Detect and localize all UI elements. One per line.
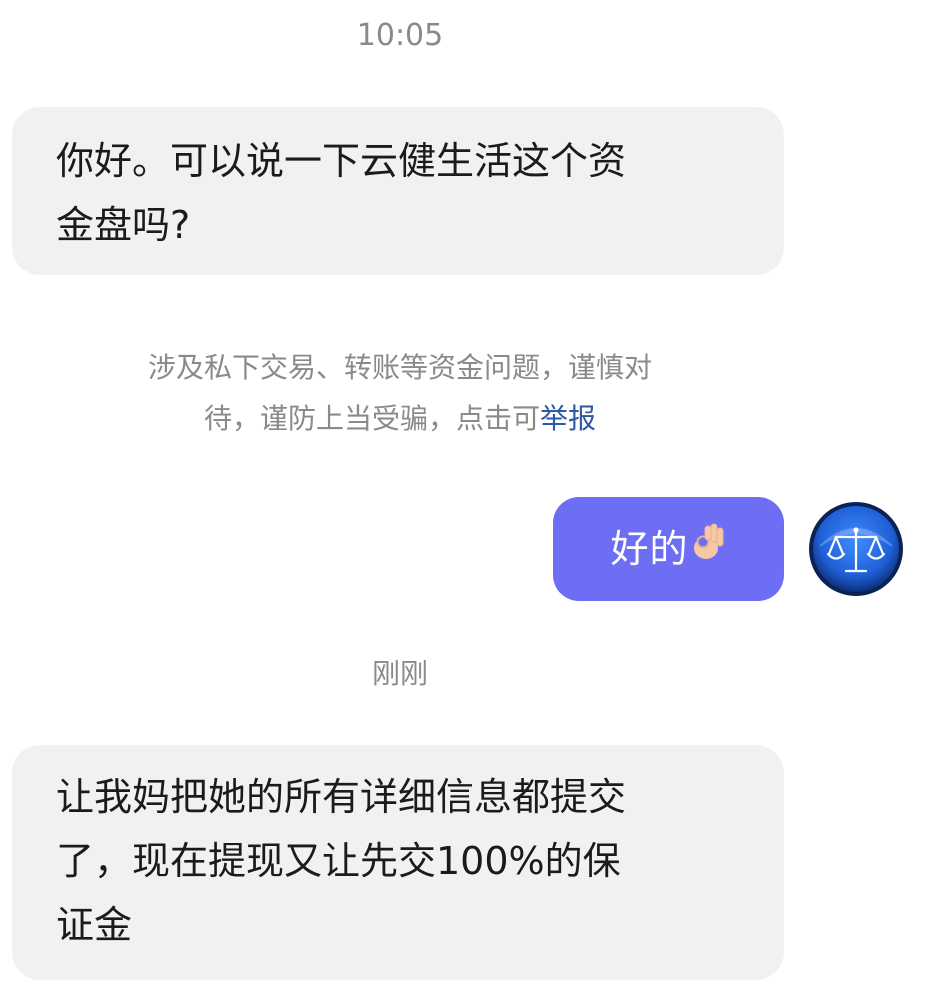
incoming-message-bubble[interactable]: 让我妈把她的所有详细信息都提交 了，现在提现又让先交100%的保 证金 bbox=[12, 745, 784, 980]
message-text-line: 了，现在提现又让先交100%的保 bbox=[56, 839, 621, 883]
message-text-line: 证金 bbox=[56, 903, 133, 947]
safety-notice: 涉及私下交易、转账等资金问题，谨慎对 待，谨防上当受骗，点击可举报 bbox=[60, 342, 740, 444]
user-avatar[interactable] bbox=[808, 501, 904, 597]
outgoing-message-bubble[interactable]: 好的 bbox=[553, 497, 784, 601]
reply-text: 好的 bbox=[610, 527, 689, 571]
notice-text: 待，谨防上当受骗，点击可 bbox=[203, 402, 540, 435]
report-link[interactable]: 举报 bbox=[540, 402, 596, 435]
ok-hand-emoji-icon bbox=[691, 497, 727, 601]
message-text-line: 金盘吗? bbox=[56, 203, 191, 247]
notice-text-line: 待，谨防上当受骗，点击可举报 bbox=[60, 393, 740, 444]
timestamp-top: 10:05 bbox=[356, 18, 444, 53]
scales-of-justice-icon bbox=[809, 502, 903, 596]
timestamp-just-now: 刚刚 bbox=[371, 657, 428, 690]
message-text-line: 让我妈把她的所有详细信息都提交 bbox=[56, 775, 627, 819]
incoming-message-bubble[interactable]: 你好。可以说一下云健生活这个资 金盘吗? bbox=[12, 107, 784, 275]
notice-text-line: 涉及私下交易、转账等资金问题，谨慎对 bbox=[147, 351, 652, 384]
message-text-line: 你好。可以说一下云健生活这个资 bbox=[56, 139, 627, 183]
